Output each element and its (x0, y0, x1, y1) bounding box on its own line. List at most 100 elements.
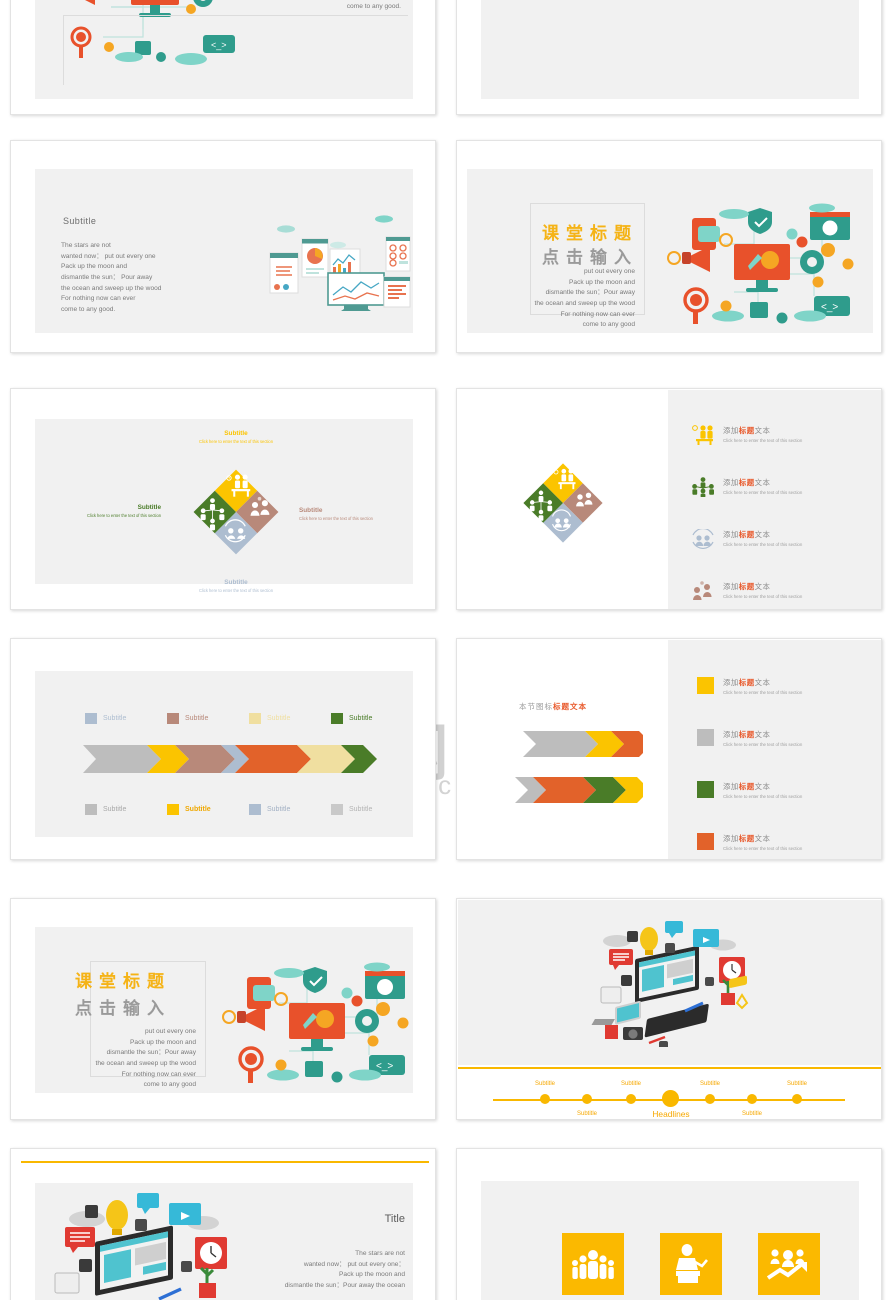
icon-tile-crowd[interactable] (562, 1233, 624, 1295)
diamond-cluster (523, 463, 603, 543)
isometric-desk-illustration (54, 1193, 227, 1300)
slide9-cn-title: 课堂标题 (75, 972, 171, 991)
list-item[interactable]: 添加标题文本 Click here to enter the text of t… (692, 581, 802, 601)
decor-frame (63, 15, 408, 85)
slide-chevron-process[interactable]: Subtitle Subtitle Subtitle Subtitle Subt… (10, 638, 436, 860)
slide4-cn-subtitle: 点击输入 (542, 248, 638, 267)
people-cycle-icon (692, 529, 714, 549)
slide-three-icon-tiles[interactable] (456, 1148, 882, 1300)
legend-label: Subtitle (349, 806, 373, 814)
legend-label: Subtitle (267, 715, 291, 723)
slide9-cn-subtitle: 点击输入 (75, 999, 171, 1018)
diamond-label-top: Subtitle (224, 430, 248, 437)
list-item[interactable]: 添加标题文本 Click here to enter the text of t… (697, 781, 802, 799)
speaker-podium-icon (676, 1244, 708, 1283)
timeline-dot[interactable] (626, 1094, 636, 1104)
list-item-title: 添加标题文本 (723, 678, 771, 687)
timeline-dot[interactable] (705, 1094, 715, 1104)
legend-label: Subtitle (103, 806, 127, 814)
list-item-desc: Click here to enter the text of this sec… (723, 438, 803, 443)
list-item-desc: Click here to enter the text of this sec… (723, 594, 803, 599)
timeline-dot[interactable] (792, 1094, 802, 1104)
network-people-icon (692, 477, 714, 497)
timeline-label-above: Subtitle (699, 1081, 720, 1087)
list-item[interactable]: 添加标题文本 Click here to enter the text of t… (697, 729, 802, 747)
icon-tile-podium[interactable] (660, 1233, 722, 1295)
legend-swatch (331, 804, 343, 816)
list-item[interactable]: 添加标题文本 Click here to enter the text of t… (697, 833, 802, 851)
timeline-dot[interactable] (582, 1094, 592, 1104)
slide-diamond-with-list[interactable]: 添加标题文本 Click here to enter the text of t… (456, 388, 882, 610)
list-item-desc: Click here to enter the text of this sec… (723, 742, 803, 747)
timeline-label-above: Subtitle (534, 1081, 555, 1087)
section-heading: 本节图标标题文本 (519, 702, 587, 711)
slide3-subtitle: Subtitle (63, 216, 97, 226)
icon-tile-team-growth[interactable] (758, 1233, 820, 1295)
divider-line (21, 1161, 429, 1163)
slide3-body-text: The stars are not wanted now： put out ev… (61, 242, 162, 314)
slide4-cn-title: 课堂标题 (542, 224, 638, 243)
legend-label: Subtitle (185, 806, 211, 814)
svg-text:<_>: <_> (821, 302, 838, 313)
dashboard-illustration (269, 215, 411, 311)
timeline-dot[interactable] (540, 1094, 550, 1104)
timeline-label-above: Subtitle (786, 1081, 807, 1087)
color-swatch (697, 729, 714, 746)
slide-isometric-timeline[interactable]: Subtitle Subtitle Subtitle Subtitle Subt… (456, 898, 882, 1120)
legend-swatch (85, 804, 97, 816)
diamond-desc-right: Click here to enter the text of this sec… (299, 516, 373, 521)
timeline-label-below: Subtitle (576, 1111, 597, 1117)
slide-top-left-partial[interactable]: <_> wanted now： put out every one Pack u… (10, 0, 436, 115)
list-item-desc: Click here to enter the text of this sec… (723, 542, 803, 547)
list-item-desc: Click here to enter the text of this sec… (723, 490, 803, 495)
diamond-desc-left: Click here to enter the text of this sec… (87, 513, 161, 518)
timeline-label-above: Subtitle (620, 1081, 641, 1087)
slide-diamond-quadrants[interactable]: Subtitle Click here to enter the text of… (10, 388, 436, 610)
legend-bottom: Subtitle (85, 801, 126, 819)
diamond-label-right: Subtitle (299, 507, 323, 514)
slide-subtitle-dashboard[interactable]: Subtitle The stars are not wanted now： p… (10, 140, 436, 353)
timeline-label-headlines: Headlines (652, 1109, 690, 1119)
divider-line (458, 1067, 881, 1069)
slide11-body-text: The stars are not wanted now： put out ev… (284, 1250, 405, 1290)
list-item[interactable]: 添加标题文本 Click here to enter the text of t… (692, 529, 802, 549)
diamond-desc-top: Click here to enter the text of this sec… (199, 439, 273, 444)
presenter-clock-icon (692, 425, 713, 445)
legend-swatch (249, 713, 261, 725)
list-item-title: 添加标题文本 (723, 782, 771, 791)
slide11-title: Title (384, 1213, 405, 1225)
list-item[interactable]: 添加标题文本 Click here to enter the text of t… (692, 425, 802, 445)
slide-cn-title-mindmap-2[interactable]: 课堂标题 点击输入 put out every one Pack up the … (10, 898, 436, 1120)
slide9-body-text: put out every one Pack up the moon and d… (95, 1028, 196, 1089)
slide-top-right-partial[interactable] (456, 0, 882, 115)
list-item-title: 添加标题文本 (723, 426, 771, 435)
mindmap-illustration: <_> (667, 203, 854, 324)
legend-swatch (331, 713, 343, 725)
diamond-desc-bottom: Click here to enter the text of this sec… (199, 588, 273, 593)
mindmap-illustration: <_> (222, 962, 409, 1083)
circle-network-illustration (499, 0, 839, 11)
slide-chevron-pair-with-list[interactable]: 本节图标标题文本 添加标题文本 Click here to enter the … (456, 638, 882, 860)
legend-label: Subtitle (267, 806, 291, 814)
list-item-title: 添加标题文本 (723, 530, 771, 539)
team-growth-icon (766, 1249, 807, 1280)
slide-cn-title-mindmap[interactable]: 课堂标题 点击输入 put out every one Pack up the … (456, 140, 882, 353)
legend-swatch (85, 713, 97, 725)
list-item-title: 添加标题文本 (723, 478, 771, 487)
timeline-dot-active[interactable] (662, 1090, 679, 1107)
list-item-title: 添加标题文本 (723, 582, 771, 591)
chevron-arrow-band (83, 745, 377, 773)
timeline-dot[interactable] (747, 1094, 757, 1104)
slide-isometric-title[interactable]: Title The stars are not wanted now： put … (10, 1148, 436, 1300)
diamond-label-bottom: Subtitle (224, 579, 248, 586)
legend-top: Subtitle (85, 710, 126, 728)
list-item-desc: Click here to enter the text of this sec… (723, 794, 803, 799)
legend-label: Subtitle (349, 715, 373, 723)
legend-label: Subtitle (103, 715, 127, 723)
slide4-body-text: put out every one Pack up the moon and d… (534, 268, 635, 329)
list-item-title: 添加标题文本 (723, 730, 771, 739)
timeline-label-below: Subtitle (741, 1111, 762, 1117)
two-people-icon (693, 581, 712, 600)
list-item[interactable]: 添加标题文本 Click here to enter the text of t… (697, 677, 802, 695)
list-item[interactable]: 添加标题文本 Click here to enter the text of t… (692, 477, 802, 497)
